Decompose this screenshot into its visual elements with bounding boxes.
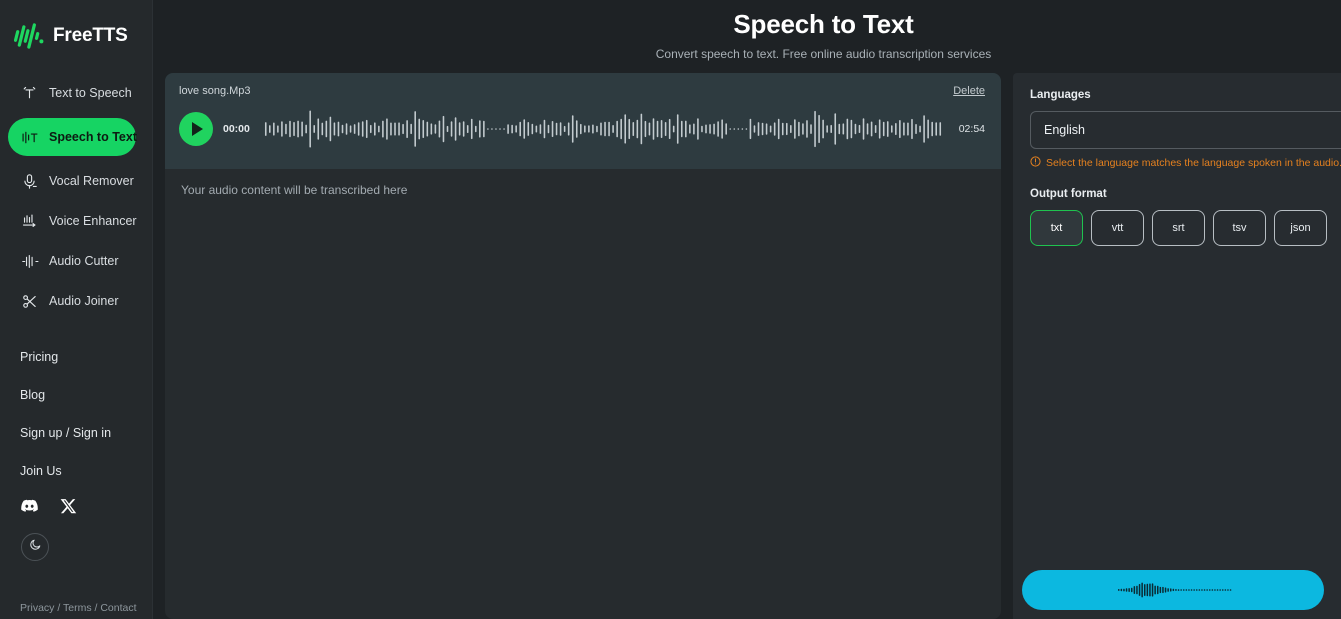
output-format-label: Output format	[1030, 188, 1341, 200]
text-to-speech-icon	[20, 84, 39, 103]
brand-name: FreeTTS	[53, 25, 128, 47]
brand[interactable]: FreeTTS	[0, 0, 152, 56]
format-option-vtt[interactable]: vtt	[1091, 210, 1144, 246]
main-row: love song.Mp3 Delete 00:00 02:54	[153, 61, 1341, 619]
language-select[interactable]: English	[1030, 111, 1341, 149]
format-option-label: srt	[1172, 222, 1184, 234]
sidebar-item-label: Audio Joiner	[49, 294, 119, 308]
audio-player-card: love song.Mp3 Delete 00:00 02:54	[165, 73, 1001, 169]
sidebar-link-join-us[interactable]: Join Us	[14, 460, 138, 482]
page-subtitle: Convert speech to text. Free online audi…	[153, 47, 1341, 61]
main-content: Speech to Text Convert speech to text. F…	[153, 0, 1341, 619]
play-icon	[192, 122, 203, 136]
output-format-options: txt vtt srt tsv json	[1030, 210, 1341, 246]
sidebar-item-label: Text to Speech	[49, 86, 132, 100]
language-hint-text: Select the language matches the language…	[1046, 157, 1341, 169]
format-option-label: txt	[1051, 222, 1063, 234]
delete-audio-button[interactable]: Delete	[953, 85, 985, 97]
transcription-output-area[interactable]: Your audio content will be transcribed h…	[165, 169, 1001, 619]
sidebar-nav: Text to Speech Speech to Text	[0, 78, 152, 561]
speech-to-text-icon	[20, 128, 39, 147]
format-option-srt[interactable]: srt	[1152, 210, 1205, 246]
sidebar-footer-links[interactable]: Privacy / Terms / Contact	[20, 602, 137, 614]
sidebar-item-label: Voice Enhancer	[49, 214, 137, 228]
play-button[interactable]	[179, 112, 213, 146]
format-option-label: vtt	[1112, 222, 1124, 234]
sidebar-item-label: Audio Cutter	[49, 254, 118, 268]
sidebar-link-blog[interactable]: Blog	[14, 384, 138, 406]
language-hint: Select the language matches the language…	[1030, 156, 1341, 170]
languages-label: Languages	[1030, 89, 1341, 101]
nav-divider-space	[0, 326, 152, 346]
sidebar-link-label: Sign up / Sign in	[20, 426, 111, 440]
audio-cutter-icon	[20, 252, 39, 271]
sidebar-item-text-to-speech[interactable]: Text to Speech	[14, 78, 138, 108]
info-circle-icon	[1030, 156, 1041, 170]
transcription-placeholder: Your audio content will be transcribed h…	[181, 183, 985, 197]
format-option-txt[interactable]: txt	[1030, 210, 1083, 246]
discord-icon[interactable]	[21, 498, 38, 515]
sidebar-item-label: Vocal Remover	[49, 174, 134, 188]
language-selected-value: English	[1044, 123, 1085, 137]
social-links	[0, 498, 152, 515]
format-option-tsv[interactable]: tsv	[1213, 210, 1266, 246]
scissors-icon	[20, 292, 39, 311]
player-controls: 00:00 02:54	[179, 106, 985, 152]
sidebar-link-label: Join Us	[20, 464, 62, 478]
voice-enhancer-icon	[20, 212, 39, 231]
audio-duration: 02:54	[959, 123, 985, 135]
sidebar-link-pricing[interactable]: Pricing	[14, 346, 138, 368]
settings-panel-inner: Languages English	[1013, 89, 1341, 246]
format-option-label: tsv	[1232, 222, 1246, 234]
sidebar-item-label: Speech to Text	[49, 130, 137, 144]
sidebar-link-label: Pricing	[20, 350, 58, 364]
page-header: Speech to Text Convert speech to text. F…	[153, 0, 1341, 61]
x-twitter-icon[interactable]	[60, 498, 77, 515]
current-time: 00:00	[223, 123, 253, 135]
sidebar-item-speech-to-text[interactable]: Speech to Text	[8, 118, 136, 156]
sidebar-item-audio-cutter[interactable]: Audio Cutter	[14, 246, 138, 276]
sidebar-link-signup-signin[interactable]: Sign up / Sign in	[14, 422, 138, 444]
waveform-loading-icon	[1083, 578, 1263, 602]
page-title: Speech to Text	[153, 9, 1341, 40]
sidebar-item-audio-joiner[interactable]: Audio Joiner	[14, 286, 138, 316]
sidebar-link-label: Blog	[20, 388, 45, 402]
audio-waveform[interactable]	[263, 106, 943, 152]
theme-toggle-button[interactable]	[21, 533, 49, 561]
settings-panel: Languages English	[1013, 73, 1341, 619]
transcribe-button[interactable]	[1022, 570, 1324, 610]
microphone-icon	[20, 172, 39, 191]
sidebar: FreeTTS Text to Speech	[0, 0, 153, 619]
app-root: FreeTTS Text to Speech	[0, 0, 1341, 619]
moon-icon	[29, 538, 42, 556]
format-option-json[interactable]: json	[1274, 210, 1327, 246]
format-option-label: json	[1290, 222, 1310, 234]
left-column: love song.Mp3 Delete 00:00 02:54	[165, 73, 1001, 619]
player-header: love song.Mp3 Delete	[179, 85, 985, 97]
audio-file-name: love song.Mp3	[179, 85, 251, 97]
freetts-logo-icon	[14, 23, 44, 49]
sidebar-item-voice-enhancer[interactable]: Voice Enhancer	[14, 206, 138, 236]
sidebar-item-vocal-remover[interactable]: Vocal Remover	[14, 166, 138, 196]
